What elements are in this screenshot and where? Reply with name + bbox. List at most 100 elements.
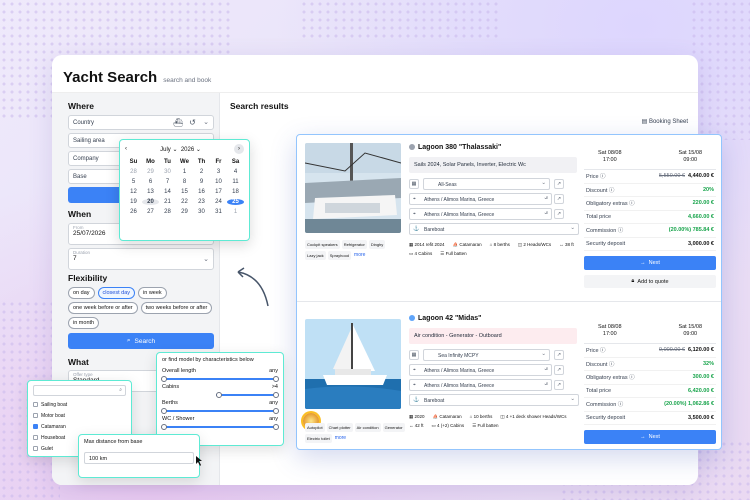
- prev-month-icon[interactable]: ‹: [125, 146, 127, 152]
- calendar-day[interactable]: 17: [210, 189, 227, 195]
- calendar-day[interactable]: 4: [227, 169, 244, 175]
- calendar-day[interactable]: 10: [210, 179, 227, 185]
- boat-type-option[interactable]: Sailing boat: [33, 399, 126, 410]
- calendar-day[interactable]: 9: [193, 179, 210, 185]
- next-button[interactable]: → Next: [584, 256, 716, 270]
- checkbox[interactable]: [33, 424, 38, 429]
- external-link-icon[interactable]: ↗: [554, 380, 564, 390]
- charter-select[interactable]: All-Seas ⌄: [423, 178, 550, 190]
- calendar-day[interactable]: 21: [159, 199, 176, 205]
- service-select[interactable]: ⚓ Bareboat ⌄: [409, 394, 579, 406]
- berths-slider[interactable]: [161, 406, 279, 415]
- calendar-day[interactable]: 26: [125, 209, 142, 215]
- yacht-name[interactable]: Lagoon 42 "Midas": [409, 315, 481, 322]
- checkbox[interactable]: [33, 435, 38, 440]
- calendar-day[interactable]: 15: [176, 189, 193, 195]
- boat-type-search[interactable]: ⌕: [33, 385, 126, 396]
- calendar-day[interactable]: 14: [159, 189, 176, 195]
- calendar-day[interactable]: 18: [227, 189, 244, 195]
- external-link-icon[interactable]: ↗: [554, 365, 564, 375]
- base-to-select[interactable]: ⌖ Athens / Alimos Marina, Greece ⌄: [409, 208, 552, 220]
- boat-type-option[interactable]: Motor boat: [33, 410, 126, 421]
- yacht-photo[interactable]: [305, 319, 401, 409]
- search-button[interactable]: ⌕ Search: [68, 333, 214, 349]
- calendar-day[interactable]: 25: [227, 199, 244, 205]
- flex-one-week[interactable]: one week before or after: [68, 302, 138, 314]
- calendar-day[interactable]: 23: [193, 199, 210, 205]
- search-icon[interactable]: ⌕: [542, 380, 552, 390]
- next-button[interactable]: → Next: [584, 430, 716, 444]
- calendar-day[interactable]: 16: [193, 189, 210, 195]
- wc-shower-slider[interactable]: [161, 422, 279, 431]
- flex-on-day[interactable]: on day: [68, 287, 95, 299]
- calendar-day[interactable]: 11: [227, 179, 244, 185]
- flexibility-heading: Flexibility: [68, 273, 108, 283]
- calendar-day[interactable]: 20: [142, 199, 159, 205]
- search-icon[interactable]: ⌕: [542, 209, 552, 219]
- checkbox[interactable]: [33, 413, 38, 418]
- boat-icon[interactable]: ⛴: [173, 118, 183, 127]
- calendar-day[interactable]: 8: [176, 179, 193, 185]
- price-row: Price ⓘ 9,000.00 €6,120.00 €: [584, 344, 716, 358]
- spec-type: ⛵ Catamaran: [432, 414, 462, 419]
- calendar-day[interactable]: 1: [176, 169, 193, 175]
- charter-select[interactable]: Sea Infinity MCPY ⌄: [423, 349, 550, 361]
- calendar-day[interactable]: 7: [159, 179, 176, 185]
- checkbox[interactable]: [33, 446, 38, 451]
- calendar-day[interactable]: 28: [125, 169, 142, 175]
- flex-in-week[interactable]: in week: [138, 287, 167, 299]
- more-tags-link[interactable]: more: [334, 434, 347, 443]
- calendar-day[interactable]: 29: [142, 169, 159, 175]
- booking-sheet-link[interactable]: ▤ Booking Sheet: [642, 118, 688, 125]
- more-tags-link[interactable]: more: [353, 251, 366, 260]
- calendar-day[interactable]: 27: [142, 209, 159, 215]
- commission-row: Commission ⓘ (20.00%) 785.84 €: [584, 224, 716, 238]
- history-icon[interactable]: ↺: [189, 118, 196, 127]
- yacht-name[interactable]: Lagoon 380 "Thalassaki": [409, 144, 501, 151]
- search-icon[interactable]: ⌕: [542, 365, 552, 375]
- calendar-day[interactable]: 1: [227, 209, 244, 215]
- calendar-day[interactable]: 6: [142, 179, 159, 185]
- add-to-quote-button[interactable]: 🔒︎ Add to quote: [584, 275, 716, 288]
- base-from-select[interactable]: ⌖ Athens / Alimos Marina, Greece ⌄: [409, 193, 552, 205]
- calendar-day[interactable]: 13: [142, 189, 159, 195]
- distance-label: Max distance from base: [84, 439, 143, 445]
- calendar-day[interactable]: 30: [193, 209, 210, 215]
- flex-two-weeks[interactable]: two weeks before or after: [140, 302, 213, 314]
- boat-type-option[interactable]: Catamaran: [33, 421, 126, 432]
- distance-input[interactable]: 100 km: [84, 452, 194, 464]
- month-year[interactable]: July ⌄ 2026 ⌄: [160, 146, 201, 153]
- calendar-day[interactable]: 5: [125, 179, 142, 185]
- spec-year: ▦ 2020: [409, 414, 425, 419]
- base-to-select[interactable]: ⌖ Athens / Alimos Marina, Greece ⌄: [409, 379, 552, 391]
- external-link-icon[interactable]: ↗: [554, 350, 564, 360]
- calendar-day[interactable]: 31: [210, 209, 227, 215]
- service-select[interactable]: ⚓ Bareboat ⌄: [409, 223, 579, 235]
- next-month-icon[interactable]: ›: [233, 144, 244, 154]
- calendar-day[interactable]: 2: [193, 169, 210, 175]
- calendar-day[interactable]: 19: [125, 199, 142, 205]
- search-icon[interactable]: ⌕: [542, 194, 552, 204]
- external-link-icon[interactable]: ↗: [554, 194, 564, 204]
- flex-in-month[interactable]: in month: [68, 317, 100, 329]
- calendar-day[interactable]: 24: [210, 199, 227, 205]
- base-from-select[interactable]: ⌖ Athens / Alimos Marina, Greece ⌄: [409, 364, 552, 376]
- calendar-day[interactable]: 22: [176, 199, 193, 205]
- cabins-slider[interactable]: [162, 390, 279, 399]
- flexibility-options: on day closest day in week one week befo…: [68, 287, 214, 329]
- yacht-photo[interactable]: [305, 143, 401, 233]
- chevron-down-icon: ⌄: [203, 119, 209, 126]
- equipment-tag: Autopilot: [305, 423, 325, 432]
- overall-length-slider[interactable]: [161, 374, 279, 383]
- calendar-day[interactable]: 3: [210, 169, 227, 175]
- external-link-icon[interactable]: ↗: [554, 209, 564, 219]
- price-panel: Sat 08/08 17:00 Sat 15/08 09:00 Price ⓘ 5,5…: [584, 150, 716, 288]
- calendar-day[interactable]: 29: [176, 209, 193, 215]
- calendar-day[interactable]: 12: [125, 189, 142, 195]
- calendar-day[interactable]: 28: [159, 209, 176, 215]
- flex-closest-day[interactable]: closest day: [97, 287, 136, 299]
- external-link-icon[interactable]: ↗: [554, 179, 564, 189]
- checkbox[interactable]: [33, 402, 38, 407]
- calendar-day[interactable]: 30: [159, 169, 176, 175]
- duration-select[interactable]: Duration 7 ⌄: [68, 248, 214, 270]
